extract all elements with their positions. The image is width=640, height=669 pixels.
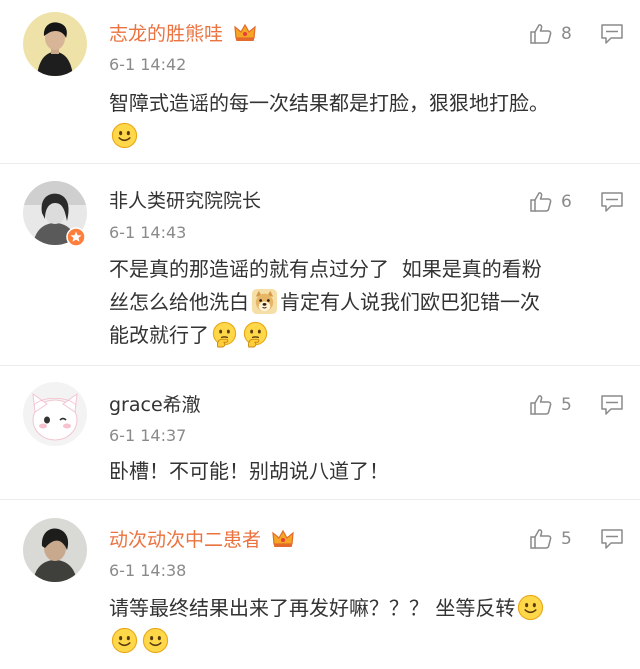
comment-text: 卧槽！不可能！别胡说八道了！ xyxy=(109,455,619,488)
timestamp: 6-1 14:42 xyxy=(109,55,187,74)
comment-item: 动次动次中二患者 6-1 14:38 请等最终结果出来了再发好嘛？？？ 坐等反转… xyxy=(0,500,640,669)
comment-icon xyxy=(601,395,623,415)
thumbs-up-icon xyxy=(530,24,552,44)
like-count: 5 xyxy=(561,529,572,549)
thumbs-up-icon xyxy=(530,192,552,212)
reply-button[interactable] xyxy=(600,191,624,213)
like-count: 8 xyxy=(561,24,572,44)
reply-button[interactable] xyxy=(600,23,624,45)
author-name[interactable]: 非人类研究院院长 xyxy=(109,189,261,213)
comment-item: grace希澈 6-1 14:37 卧槽！不可能！别胡说八道了！ 5 xyxy=(0,366,640,500)
like-button[interactable]: 6 xyxy=(529,189,572,215)
smile-emoji xyxy=(517,594,544,621)
comment-icon xyxy=(601,529,623,549)
comment-text-segment: 请等最终结果出来了再发好嘛？？？ 坐等反转 xyxy=(109,596,516,620)
comment-text-segment: 能改就行了 xyxy=(109,323,209,347)
timestamp: 6-1 14:38 xyxy=(109,561,187,580)
author-name[interactable]: 动次动次中二患者 xyxy=(109,527,295,552)
like-count: 5 xyxy=(561,395,572,415)
comment-text: 智障式造谣的每一次结果都是打脸，狠狠地打脸。 xyxy=(109,87,619,153)
thinking-emoji xyxy=(242,321,269,348)
verified-badge-icon xyxy=(66,227,86,247)
like-button[interactable]: 8 xyxy=(529,21,572,47)
reply-button[interactable] xyxy=(600,528,624,550)
comment-text-segment: 卧槽！不可能！别胡说八道了！ xyxy=(109,459,389,483)
crown-icon xyxy=(272,529,294,547)
thumbs-up-icon xyxy=(530,395,552,415)
comment-text-segment: 不是真的那造谣的就有点过分了 如果是真的看粉 xyxy=(109,257,542,281)
comment-icon xyxy=(601,24,623,44)
doge-emoji xyxy=(251,288,278,315)
comment-text-segment: 丝怎么给他洗白 xyxy=(109,290,249,314)
avatar[interactable] xyxy=(23,518,87,582)
author-name[interactable]: 志龙的胜熊哇 xyxy=(109,21,257,46)
crown-icon xyxy=(234,23,256,41)
like-button[interactable]: 5 xyxy=(529,392,572,418)
smile-emoji xyxy=(142,627,169,654)
timestamp: 6-1 14:43 xyxy=(109,223,187,242)
reply-button[interactable] xyxy=(600,394,624,416)
thinking-emoji xyxy=(211,321,238,348)
comment-item: 非人类研究院院长 6-1 14:43 不是真的那造谣的就有点过分了 如果是真的看… xyxy=(0,164,640,366)
like-button[interactable]: 5 xyxy=(529,526,572,552)
smile-emoji xyxy=(111,122,138,149)
comment-list: 志龙的胜熊哇 6-1 14:42 智障式造谣的每一次结果都是打脸，狠狠地打脸。 … xyxy=(0,0,640,669)
comment-text-segment: 智障式造谣的每一次结果都是打脸，狠狠地打脸。 xyxy=(109,91,549,115)
avatar[interactable] xyxy=(23,12,87,76)
comment-text-segment: 肯定有人说我们欧巴犯错一次 xyxy=(280,290,540,314)
like-count: 6 xyxy=(561,192,572,212)
comment-text: 请等最终结果出来了再发好嘛？？？ 坐等反转 xyxy=(109,592,619,658)
author-name[interactable]: grace希澈 xyxy=(109,393,201,417)
timestamp: 6-1 14:37 xyxy=(109,426,187,445)
comment-icon xyxy=(601,192,623,212)
smile-emoji xyxy=(111,627,138,654)
comment-text: 不是真的那造谣的就有点过分了 如果是真的看粉 丝怎么给他洗白 肯定有人说我们欧巴犯错… xyxy=(109,253,619,352)
comment-item: 志龙的胜熊哇 6-1 14:42 智障式造谣的每一次结果都是打脸，狠狠地打脸。 … xyxy=(0,0,640,164)
avatar[interactable] xyxy=(23,382,87,446)
thumbs-up-icon xyxy=(530,529,552,549)
